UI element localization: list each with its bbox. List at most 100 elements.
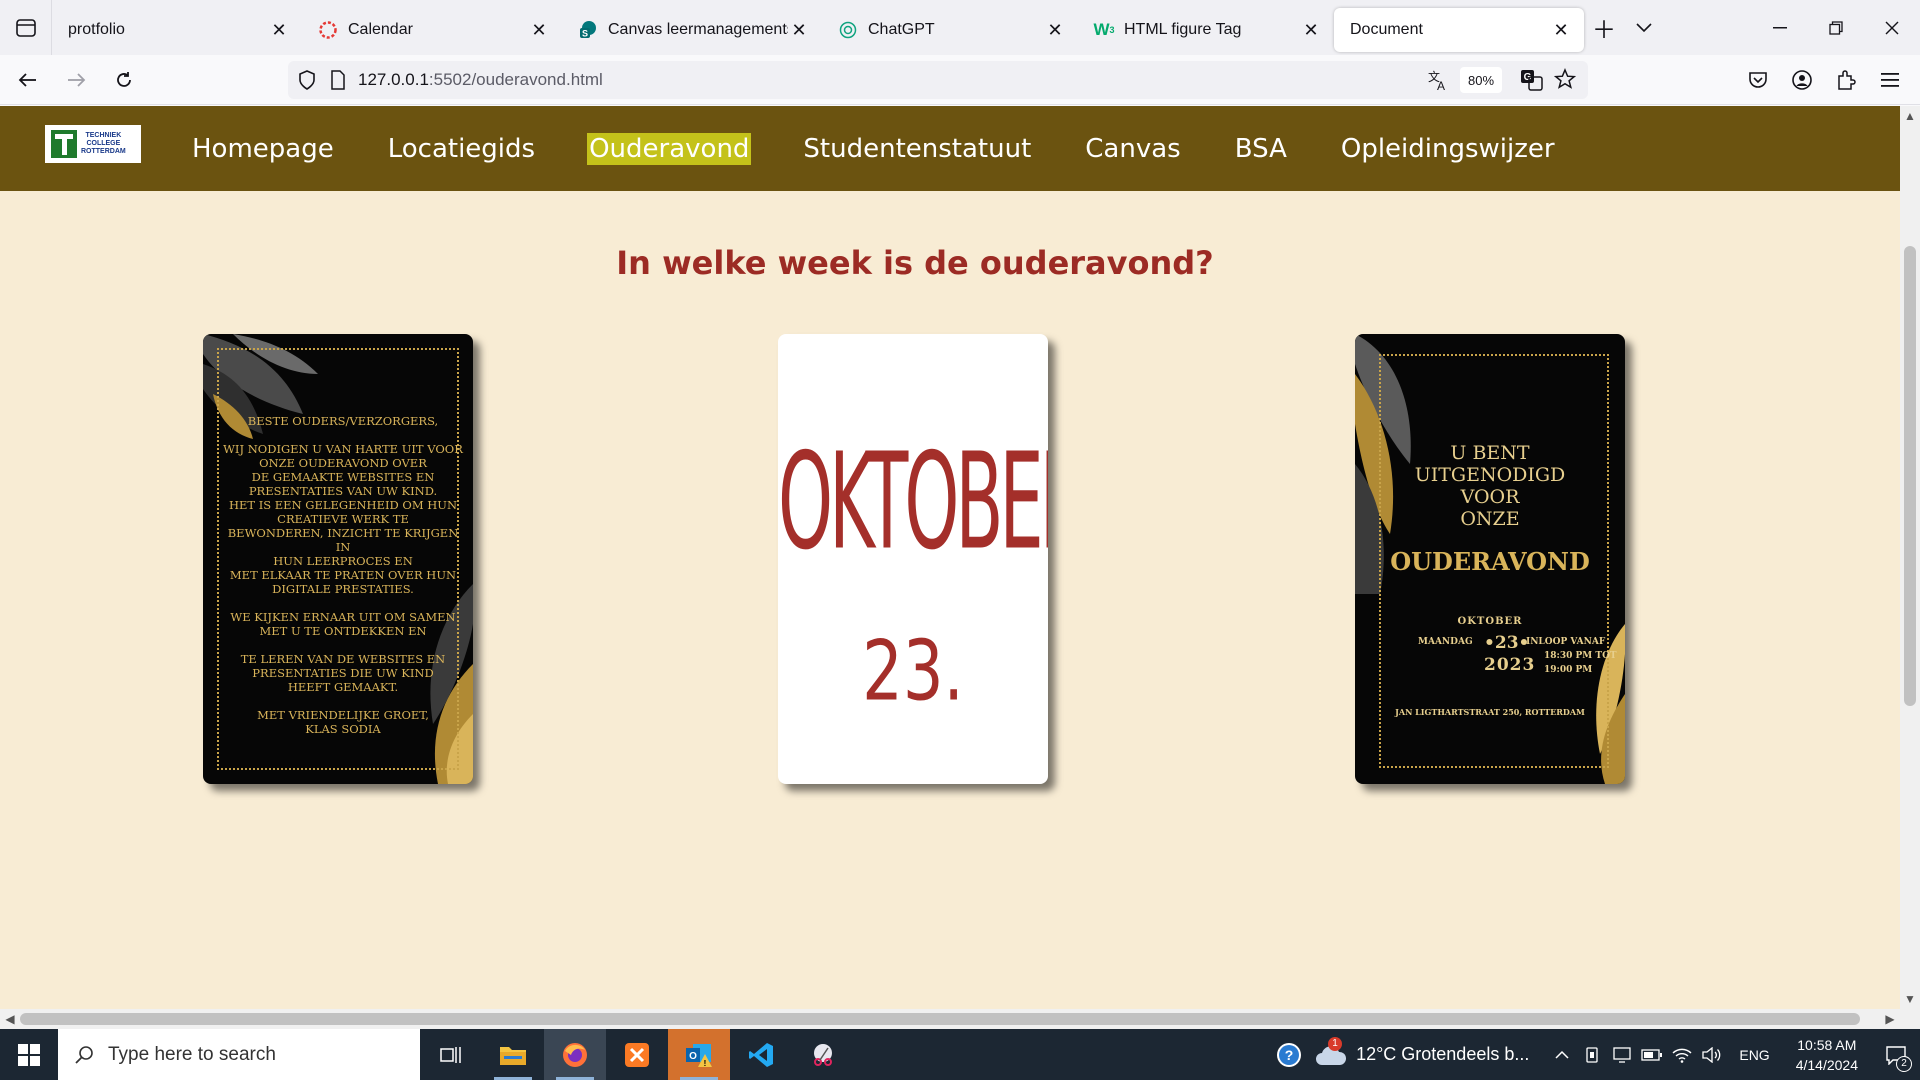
page-translate-icon[interactable]: G xyxy=(1520,68,1544,92)
calendar-ring-icon xyxy=(318,20,338,40)
firefox-view-button[interactable] xyxy=(0,0,52,55)
site-header: TECHNIEK COLLEGE ROTTERDAM Homepage Loca… xyxy=(0,106,1900,191)
invitation-poster-card: U BENT UITGENODIGD VOOR ONZE OUDERAVOND … xyxy=(1355,334,1625,784)
vertical-scroll-thumb[interactable] xyxy=(1904,246,1916,706)
tab-canvas[interactable]: S Canvas leermanagementsyste ✕ xyxy=(562,8,822,52)
tab-title: Canvas leermanagementsyste xyxy=(608,21,788,38)
system-clock[interactable]: 10:58 AM 4/14/2024 xyxy=(1796,1035,1858,1075)
event-time-label: INLOOP VANAF xyxy=(1526,637,1606,647)
volume-icon[interactable] xyxy=(1697,1029,1727,1080)
back-button[interactable] xyxy=(8,60,48,100)
input-language[interactable]: ENG xyxy=(1739,1047,1769,1063)
horizontal-scroll-thumb[interactable] xyxy=(20,1013,1860,1025)
w3schools-icon: W3 xyxy=(1093,20,1115,39)
tab-protfolio[interactable]: protfolio ✕ xyxy=(52,8,302,52)
translate-icon[interactable]: 文A xyxy=(1426,68,1450,92)
wifi-icon[interactable] xyxy=(1667,1029,1697,1080)
minimize-button[interactable] xyxy=(1752,0,1808,55)
weather-widget[interactable]: 1 12°C Grotendeels b... xyxy=(1314,1036,1529,1067)
tab-title: Calendar xyxy=(348,21,413,38)
page-info-icon[interactable] xyxy=(330,70,346,90)
vertical-scrollbar[interactable]: ▲ ▼ xyxy=(1900,106,1920,1009)
tab-document[interactable]: Document ✕ xyxy=(1334,8,1584,52)
tab-chatgpt[interactable]: ChatGPT ✕ xyxy=(822,8,1078,52)
scroll-down-arrow-icon[interactable]: ▼ xyxy=(1900,989,1920,1009)
school-logo[interactable]: TECHNIEK COLLEGE ROTTERDAM xyxy=(45,125,141,163)
firefox-app[interactable] xyxy=(544,1029,606,1080)
firefox-icon xyxy=(563,1042,587,1067)
nav-opleidingswijzer[interactable]: Opleidingswijzer xyxy=(1339,133,1557,165)
start-button[interactable] xyxy=(0,1029,58,1080)
xampp-app[interactable] xyxy=(606,1029,668,1080)
nav-ouderavond[interactable]: Ouderavond xyxy=(587,132,752,165)
reload-button[interactable] xyxy=(104,60,144,100)
close-tab-icon[interactable]: ✕ xyxy=(1300,19,1322,41)
tab-html-figure[interactable]: W3 HTML figure Tag ✕ xyxy=(1078,8,1334,52)
account-button[interactable] xyxy=(1780,60,1824,100)
battery-icon[interactable] xyxy=(1637,1029,1667,1080)
chevron-up-icon xyxy=(1555,1050,1569,1059)
event-day: •23• xyxy=(1484,633,1530,653)
scroll-right-arrow-icon[interactable]: ▶ xyxy=(1880,1009,1900,1029)
close-tab-icon[interactable]: ✕ xyxy=(1550,19,1572,41)
close-tab-icon[interactable]: ✕ xyxy=(1044,19,1066,41)
task-view-button[interactable] xyxy=(420,1029,482,1080)
taskbar-search-box[interactable]: Type here to search xyxy=(58,1029,420,1080)
outlook-app[interactable]: O! xyxy=(668,1029,730,1080)
close-tab-icon[interactable]: ✕ xyxy=(528,19,550,41)
task-view-icon xyxy=(440,1046,461,1063)
notification-center-button[interactable]: 2 xyxy=(1872,1029,1920,1080)
nav-homepage[interactable]: Homepage xyxy=(190,133,336,165)
svg-text:!: ! xyxy=(704,1059,707,1068)
restore-button[interactable] xyxy=(1808,0,1864,55)
close-tab-icon[interactable]: ✕ xyxy=(268,19,290,41)
date-card: OKTOBER 23. xyxy=(778,334,1048,784)
address-bar[interactable]: 127.0.0.1:5502/ouderavond.html 文A 80% G xyxy=(288,61,1588,99)
tab-calendar[interactable]: Calendar ✕ xyxy=(302,8,562,52)
logo-line: TECHNIEK xyxy=(85,132,122,139)
list-all-tabs-button[interactable] xyxy=(1624,6,1664,50)
app-menu-button[interactable] xyxy=(1868,60,1912,100)
new-tab-button[interactable]: ＋ xyxy=(1584,6,1624,50)
close-tab-icon[interactable]: ✕ xyxy=(788,19,810,41)
help-button[interactable]: ? xyxy=(1264,1029,1314,1080)
bookmark-star-icon[interactable] xyxy=(1554,68,1576,90)
nav-studentenstatuut[interactable]: Studentenstatuut xyxy=(801,133,1033,165)
svg-text:?: ? xyxy=(1285,1047,1294,1063)
close-window-button[interactable] xyxy=(1864,0,1920,55)
tracking-protection-shield-icon[interactable] xyxy=(298,70,316,90)
snipping-tool-app[interactable] xyxy=(792,1029,854,1080)
zoom-level-badge[interactable]: 80% xyxy=(1460,67,1503,93)
date-month: OKTOBER xyxy=(778,424,1048,580)
url-text: 127.0.0.1:5502/ouderavond.html xyxy=(358,70,603,90)
windows-taskbar: Type here to search O! ? 1 12°C Grotende… xyxy=(0,1029,1920,1080)
logo-line: COLLEGE xyxy=(86,140,121,147)
horizontal-scrollbar[interactable]: ◀ ▶ xyxy=(0,1009,1900,1029)
firefox-view-icon xyxy=(15,18,36,37)
file-explorer-app[interactable] xyxy=(482,1029,544,1080)
pocket-button[interactable] xyxy=(1736,60,1780,100)
scroll-left-arrow-icon[interactable]: ◀ xyxy=(0,1009,20,1029)
extensions-button[interactable] xyxy=(1824,60,1868,100)
event-name: OUDERAVOND xyxy=(1390,547,1590,576)
device-tray-icon[interactable] xyxy=(1577,1029,1607,1080)
page-viewport: TECHNIEK COLLEGE ROTTERDAM Homepage Loca… xyxy=(0,106,1900,1009)
event-year: 2023 xyxy=(1484,655,1536,675)
account-icon xyxy=(1792,70,1812,90)
cloud-weather-icon: 1 xyxy=(1314,1036,1347,1067)
date-day: 23. xyxy=(862,624,964,721)
hamburger-menu-icon xyxy=(1881,73,1899,87)
nav-locatiegids[interactable]: Locatiegids xyxy=(386,133,537,165)
scroll-up-arrow-icon[interactable]: ▲ xyxy=(1900,106,1920,126)
invitation-letter-card: BESTE OUDERS/VERZORGERS, WIJ NODIGEN U V… xyxy=(203,334,473,784)
snipping-tool-icon xyxy=(814,1043,832,1066)
event-address: JAN LIGTHARTSTRAAT 250, ROTTERDAM xyxy=(1395,707,1585,717)
scrollbar-corner xyxy=(1900,1009,1920,1029)
vscode-app[interactable] xyxy=(730,1029,792,1080)
show-hidden-icons-button[interactable] xyxy=(1547,1029,1577,1080)
forward-button[interactable] xyxy=(56,60,96,100)
nav-bsa[interactable]: BSA xyxy=(1233,133,1289,165)
nav-canvas[interactable]: Canvas xyxy=(1083,133,1182,165)
xampp-tray-icon[interactable] xyxy=(1607,1029,1637,1080)
folder-icon xyxy=(500,1046,526,1065)
